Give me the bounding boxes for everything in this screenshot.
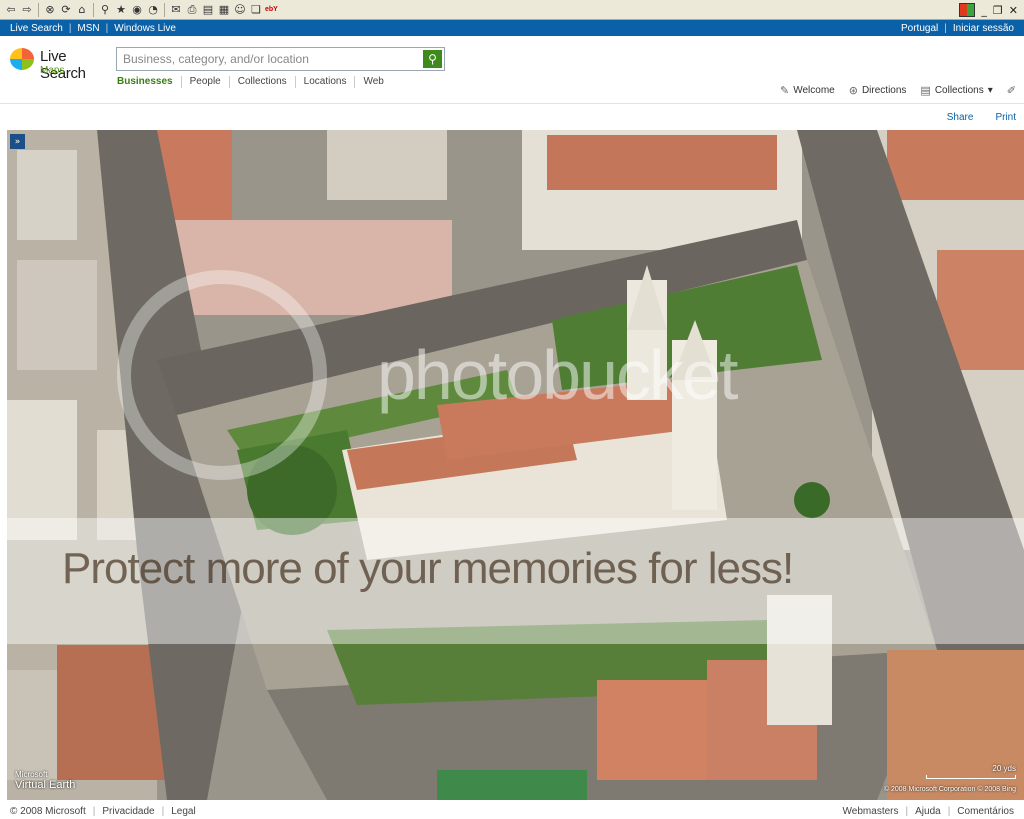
expand-panel-button[interactable]: » (10, 134, 25, 149)
search-box: ⚲ (116, 47, 445, 71)
search-tabs: Businesses People Collections Locations … (117, 76, 392, 88)
toolbar-divider (38, 2, 39, 17)
windows-live-link[interactable]: Windows Live (114, 23, 176, 34)
scale-label: 20 yds (992, 764, 1016, 773)
msn-link[interactable]: MSN (77, 23, 99, 34)
map-scale: 20 yds (926, 764, 1016, 779)
signin-link[interactable]: Iniciar sessão (953, 23, 1014, 34)
print-icon[interactable]: ⎙ (185, 3, 199, 17)
magnifier-icon: ⚲ (428, 52, 437, 66)
favorites-icon[interactable]: ★ (114, 3, 128, 17)
search-icon[interactable]: ⚲ (98, 3, 112, 17)
help-link[interactable]: Ajuda (915, 806, 941, 817)
window-controls: _ ❐ ✕ (959, 0, 1024, 20)
logo-product: Maps (40, 65, 65, 76)
mail-icon[interactable]: ✉ (169, 3, 183, 17)
close-icon[interactable]: ✕ (1009, 4, 1018, 17)
top-nav-right: Portugal | Iniciar sessão (901, 22, 1014, 34)
watermark-ring (117, 270, 327, 480)
tab-locations[interactable]: Locations (294, 76, 355, 88)
tab-web[interactable]: Web (354, 76, 391, 88)
stop-icon[interactable]: ⊗ (43, 3, 57, 17)
collections-button[interactable]: ▤ Collections ▾ (920, 84, 992, 97)
live-logo-icon (10, 48, 34, 70)
live-search-link[interactable]: Live Search (10, 23, 63, 34)
history-icon[interactable]: ◔ (146, 3, 160, 17)
discuss-icon[interactable]: ▦ (217, 3, 231, 17)
scratchpad-button[interactable]: ✐ (1007, 84, 1016, 97)
tab-collections[interactable]: Collections (228, 76, 295, 88)
live-search-maps-logo[interactable]: Live Search Maps (10, 46, 110, 82)
footer-right: Webmasters | Ajuda | Comentários (842, 805, 1014, 817)
header-divider (0, 103, 1024, 104)
welcome-label: Welcome (793, 85, 835, 96)
virtual-earth-microsoft: Microsoft (15, 770, 48, 779)
privacy-link[interactable]: Privacidade (102, 806, 154, 817)
watermark-band: Protect more of your memories for less! (7, 518, 1024, 644)
legal-link[interactable]: Legal (171, 806, 195, 817)
welcome-icon: ✎ (780, 84, 790, 97)
ebay-icon[interactable]: ebY (265, 6, 281, 13)
watermark-brand: photobucket (377, 336, 738, 414)
aerial-imagery (7, 130, 1024, 800)
map-copyright: © 2008 Microsoft Corporation © 2008 Bing (883, 786, 1016, 793)
edit-icon[interactable]: ▤ (201, 3, 215, 17)
print-link[interactable]: Print (995, 112, 1016, 123)
directions-label: Directions (861, 85, 907, 96)
scale-bar (926, 775, 1016, 779)
footer: © 2008 Microsoft | Privacidade | Legal Webma… (0, 803, 1024, 819)
scratchpad-icon: ✐ (1006, 84, 1016, 97)
chevron-down-icon: ▾ (987, 85, 993, 96)
messenger-icon[interactable]: ☺ (233, 3, 247, 17)
media-icon[interactable]: ◉ (130, 3, 144, 17)
notes-icon[interactable]: ❏ (249, 3, 263, 17)
back-icon[interactable]: ⇦ (4, 3, 18, 17)
region-link[interactable]: Portugal (901, 23, 938, 34)
forward-icon[interactable]: ⇨ (20, 3, 34, 17)
tab-businesses[interactable]: Businesses (117, 76, 181, 88)
watermark-slogan: Protect more of your memories for less! (62, 544, 794, 593)
footer-left: © 2008 Microsoft | Privacidade | Legal (10, 805, 196, 817)
home-icon[interactable]: ⌂ (75, 3, 89, 17)
collections-icon: ▤ (920, 84, 931, 97)
webmasters-link[interactable]: Webmasters (843, 806, 899, 817)
comments-link[interactable]: Comentários (957, 806, 1014, 817)
collections-label: Collections (934, 85, 984, 96)
tab-people[interactable]: People (180, 76, 229, 88)
search-input[interactable] (117, 48, 417, 70)
windows-flag-icon (959, 3, 976, 17)
action-bar: ✎ Welcome ⊛ Directions ▤ Collections ▾ ✐ (780, 84, 1016, 97)
browser-toolbar: ⇦ ⇨ ⊗ ⟳ ⌂ ⚲ ★ ◉ ◔ ✉ ⎙ ▤ ▦ ☺ ❏ ebY (0, 0, 1024, 20)
map-view[interactable]: » photobucket Protect more of your memor… (7, 130, 1024, 800)
toolbar-divider (93, 2, 94, 17)
directions-button[interactable]: ⊛ Directions (849, 84, 907, 97)
virtual-earth-logo: Microsoft Virtual Earth (15, 770, 75, 791)
top-nav-links: Live Search | MSN | Windows Live (10, 22, 176, 34)
footer-copyright: © 2008 Microsoft (10, 805, 86, 817)
toolbar-divider (164, 2, 165, 17)
search-button[interactable]: ⚲ (423, 50, 442, 68)
welcome-button[interactable]: ✎ Welcome (780, 84, 835, 97)
share-link[interactable]: Share (947, 112, 974, 123)
directions-icon: ⊛ (848, 84, 858, 97)
refresh-icon[interactable]: ⟳ (59, 3, 73, 17)
top-nav-bar: Live Search | MSN | Windows Live Portugal | In… (0, 20, 1024, 36)
share-print-bar: Share Print (947, 112, 1016, 123)
virtual-earth-name: Virtual Earth (15, 779, 76, 791)
restore-icon[interactable]: ❐ (993, 4, 1003, 17)
minimize-icon[interactable]: _ (981, 4, 987, 17)
